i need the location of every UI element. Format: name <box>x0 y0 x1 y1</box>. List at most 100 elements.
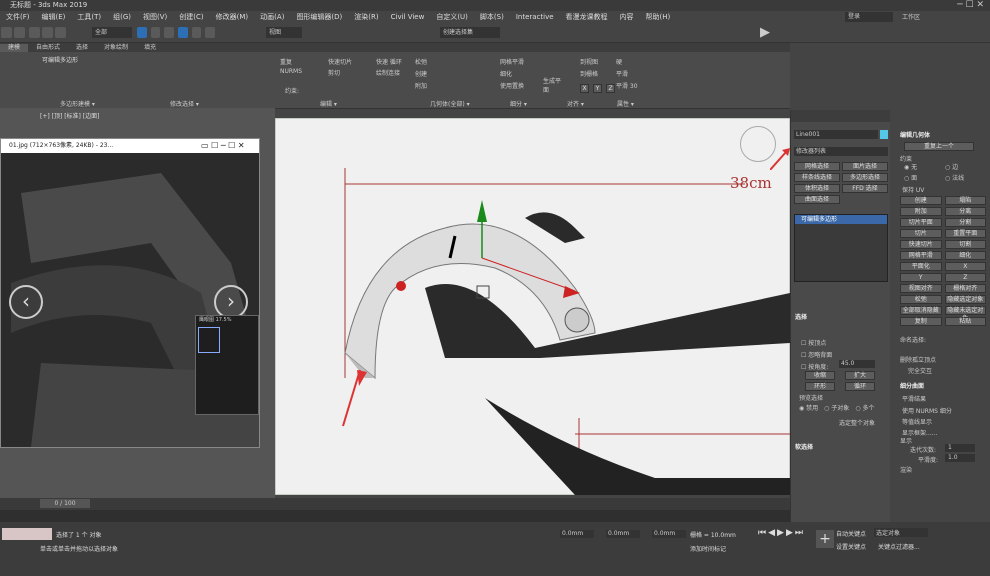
selection-grow-button[interactable]: 收缩 <box>805 371 835 380</box>
constraint-radio[interactable]: ◉ 无 <box>904 162 943 171</box>
angle-field[interactable]: 45.0 <box>839 360 875 368</box>
preserve-uv-checkbox[interactable]: 保持 UV <box>902 185 924 194</box>
image-window-controls[interactable]: ▭ ☐ ─ ☐ ✕ <box>201 139 259 153</box>
edit-tool-button[interactable]: NURMS <box>280 68 318 77</box>
edit-tool-button[interactable]: 剪切 <box>328 68 366 77</box>
ribbon-tab[interactable]: 选择 <box>68 44 96 52</box>
playback-controls[interactable]: ⏮◀▶▶⏭ <box>758 528 808 548</box>
unlink-icon[interactable] <box>42 27 54 38</box>
stack-item-edit-poly[interactable]: 可编辑多边形 <box>795 215 887 224</box>
x-coord-field[interactable]: 0.0mm <box>560 530 594 538</box>
z-coord-field[interactable]: 0.0mm <box>652 530 686 538</box>
ribbon-tab[interactable]: 填充 <box>136 44 164 52</box>
menu-item[interactable]: 图形编辑器(D) <box>290 12 348 22</box>
menu-item[interactable]: Civil View <box>385 13 431 21</box>
selection-option-checkbox[interactable]: ☐ 按角度: <box>801 362 832 371</box>
bind-icon[interactable] <box>55 27 67 38</box>
soft-selection-rollout[interactable]: 软选择 <box>795 442 813 451</box>
menu-item[interactable]: 文件(F) <box>0 12 36 22</box>
ribbon-tab[interactable]: 建模 <box>0 44 29 52</box>
menu-item[interactable]: 视图(V) <box>137 12 173 22</box>
selected-object-dropdown[interactable]: 选定对象 <box>874 528 928 537</box>
edit-geometry-button[interactable]: 快速切片 <box>900 240 942 249</box>
edit-geometry-button[interactable]: 松弛 <box>900 295 942 304</box>
edit-geometry-button[interactable]: 平面化 <box>900 262 942 271</box>
edit-tool-button[interactable]: 快速 循环 <box>376 57 414 66</box>
menu-item[interactable]: 脚本(S) <box>474 12 510 22</box>
link-icon[interactable] <box>29 27 41 38</box>
edit-geometry-button[interactable]: 切割 <box>944 240 986 249</box>
modifier-button[interactable]: 体积选择 <box>794 184 840 193</box>
maxscript-listener[interactable] <box>2 528 52 540</box>
menu-item[interactable]: 内容 <box>614 12 640 22</box>
move-icon[interactable] <box>178 27 188 38</box>
edit-geometry-button[interactable]: 全部取消隐藏 <box>900 306 942 315</box>
modifier-button[interactable]: 面片选择 <box>842 162 888 171</box>
y-coord-field[interactable]: 0.0mm <box>606 530 640 538</box>
ribbon-panel-title[interactable]: 多边形建模 ▾ <box>60 99 95 108</box>
frame-counter[interactable]: 0 / 100 <box>40 499 90 508</box>
modifier-button[interactable]: 曲面选择 <box>794 195 840 204</box>
key-filters-button[interactable]: 关键点过滤器... <box>878 542 920 551</box>
object-color-swatch[interactable] <box>880 130 888 139</box>
modifier-button[interactable]: 样条线选择 <box>794 173 840 182</box>
ref-coord-dropdown[interactable]: 视图 <box>266 27 302 38</box>
set-key-icon[interactable]: + <box>816 530 834 548</box>
set-key-button[interactable]: 设置关键点 <box>836 542 866 551</box>
repeat-last-button[interactable]: 重复上一个 <box>904 142 974 151</box>
command-panel-tabs[interactable] <box>791 110 890 122</box>
edit-tool-button[interactable]: 快速切片 <box>328 57 366 66</box>
modifier-button[interactable]: 多边形选择 <box>842 173 888 182</box>
edit-tool-button[interactable]: 绘制连接 <box>376 68 414 77</box>
edit-geometry-button[interactable]: 复制 <box>900 317 942 326</box>
edit-geometry-button[interactable]: 分离 <box>944 207 986 216</box>
use-nurms-checkbox[interactable]: 使用 NURMS 细分 <box>902 406 952 415</box>
menu-item[interactable]: 渲染(R) <box>348 12 384 22</box>
constraint-radio[interactable]: ○ 法线 <box>945 173 984 182</box>
redo-icon[interactable] <box>14 27 25 38</box>
rotate-icon[interactable] <box>191 27 202 38</box>
scale-icon[interactable] <box>205 27 216 38</box>
edit-geometry-button[interactable]: 隐藏选定对象 <box>944 295 986 304</box>
edit-geometry-button[interactable]: 创建 <box>900 196 942 205</box>
ribbon-tab[interactable]: 自由形式 <box>28 44 68 52</box>
menu-item[interactable]: 修改器(M) <box>210 12 255 22</box>
edit-geometry-button[interactable]: 切片平面 <box>900 218 942 227</box>
constraint-radio[interactable]: ○ 边 <box>945 162 984 171</box>
menu-item[interactable]: 组(G) <box>107 12 137 22</box>
ribbon-tab[interactable]: 对象绘制 <box>96 44 136 52</box>
object-name-field[interactable]: Line001 <box>794 130 878 139</box>
align-axis-button[interactable]: X <box>580 84 589 93</box>
edit-geometry-button[interactable]: 重置平面 <box>944 229 986 238</box>
ribbon-panel-title[interactable]: 属性 ▾ <box>617 99 634 108</box>
ribbon-panel-title[interactable]: 修改选择 ▾ <box>170 99 199 108</box>
edit-geometry-button[interactable]: 栅格对齐 <box>944 284 986 293</box>
geometry-tool-button[interactable]: 创建 <box>415 69 485 78</box>
add-time-tag-button[interactable]: 添加时间标记 <box>690 544 726 553</box>
modifier-button[interactable]: FFD 选择 <box>842 184 888 193</box>
selection-option-checkbox[interactable]: ☐ 忽略背面 <box>801 350 832 359</box>
menu-item[interactable]: 帮助(H) <box>640 12 677 22</box>
edit-geometry-button[interactable]: 隐藏未选定对象 <box>944 306 986 322</box>
menu-item[interactable]: 创建(C) <box>173 12 209 22</box>
ribbon-panel-title[interactable]: 细分 ▾ <box>510 99 527 108</box>
selection-grow-button[interactable]: 扩大 <box>845 371 875 380</box>
generate-plane-button[interactable]: 生成平面 <box>543 76 563 94</box>
edit-geometry-button[interactable]: 网格平滑 <box>900 251 942 260</box>
login-button[interactable]: 登录 <box>845 12 893 22</box>
selection-filter[interactable]: 全部 <box>92 27 132 38</box>
edit-geometry-button[interactable]: 分割 <box>944 218 986 227</box>
selection-rollout-title[interactable]: 选择 <box>795 312 807 321</box>
property-tool-button[interactable]: 平滑 30 <box>616 81 666 90</box>
modifier-list-dropdown[interactable]: 修改器列表 <box>794 147 888 156</box>
modifier-stack[interactable]: 可编辑多边形 <box>794 214 888 282</box>
image-viewer-window[interactable]: 01.jpg (712×763像素, 24KB) - 23... ▭ ☐ ─ ☐… <box>0 138 260 448</box>
select-icon[interactable] <box>137 27 147 38</box>
preview-option-radio[interactable]: ◉ 禁用 <box>799 403 818 412</box>
edit-geometry-button[interactable]: 切片 <box>900 229 942 238</box>
constraint-radio[interactable]: ○ 面 <box>904 173 943 182</box>
subdivision-tool-button[interactable]: 网格平滑 <box>500 57 560 66</box>
undo-icon[interactable] <box>1 27 12 38</box>
menu-item[interactable]: 工具(T) <box>71 12 107 22</box>
property-tool-button[interactable]: 硬 <box>616 57 666 66</box>
